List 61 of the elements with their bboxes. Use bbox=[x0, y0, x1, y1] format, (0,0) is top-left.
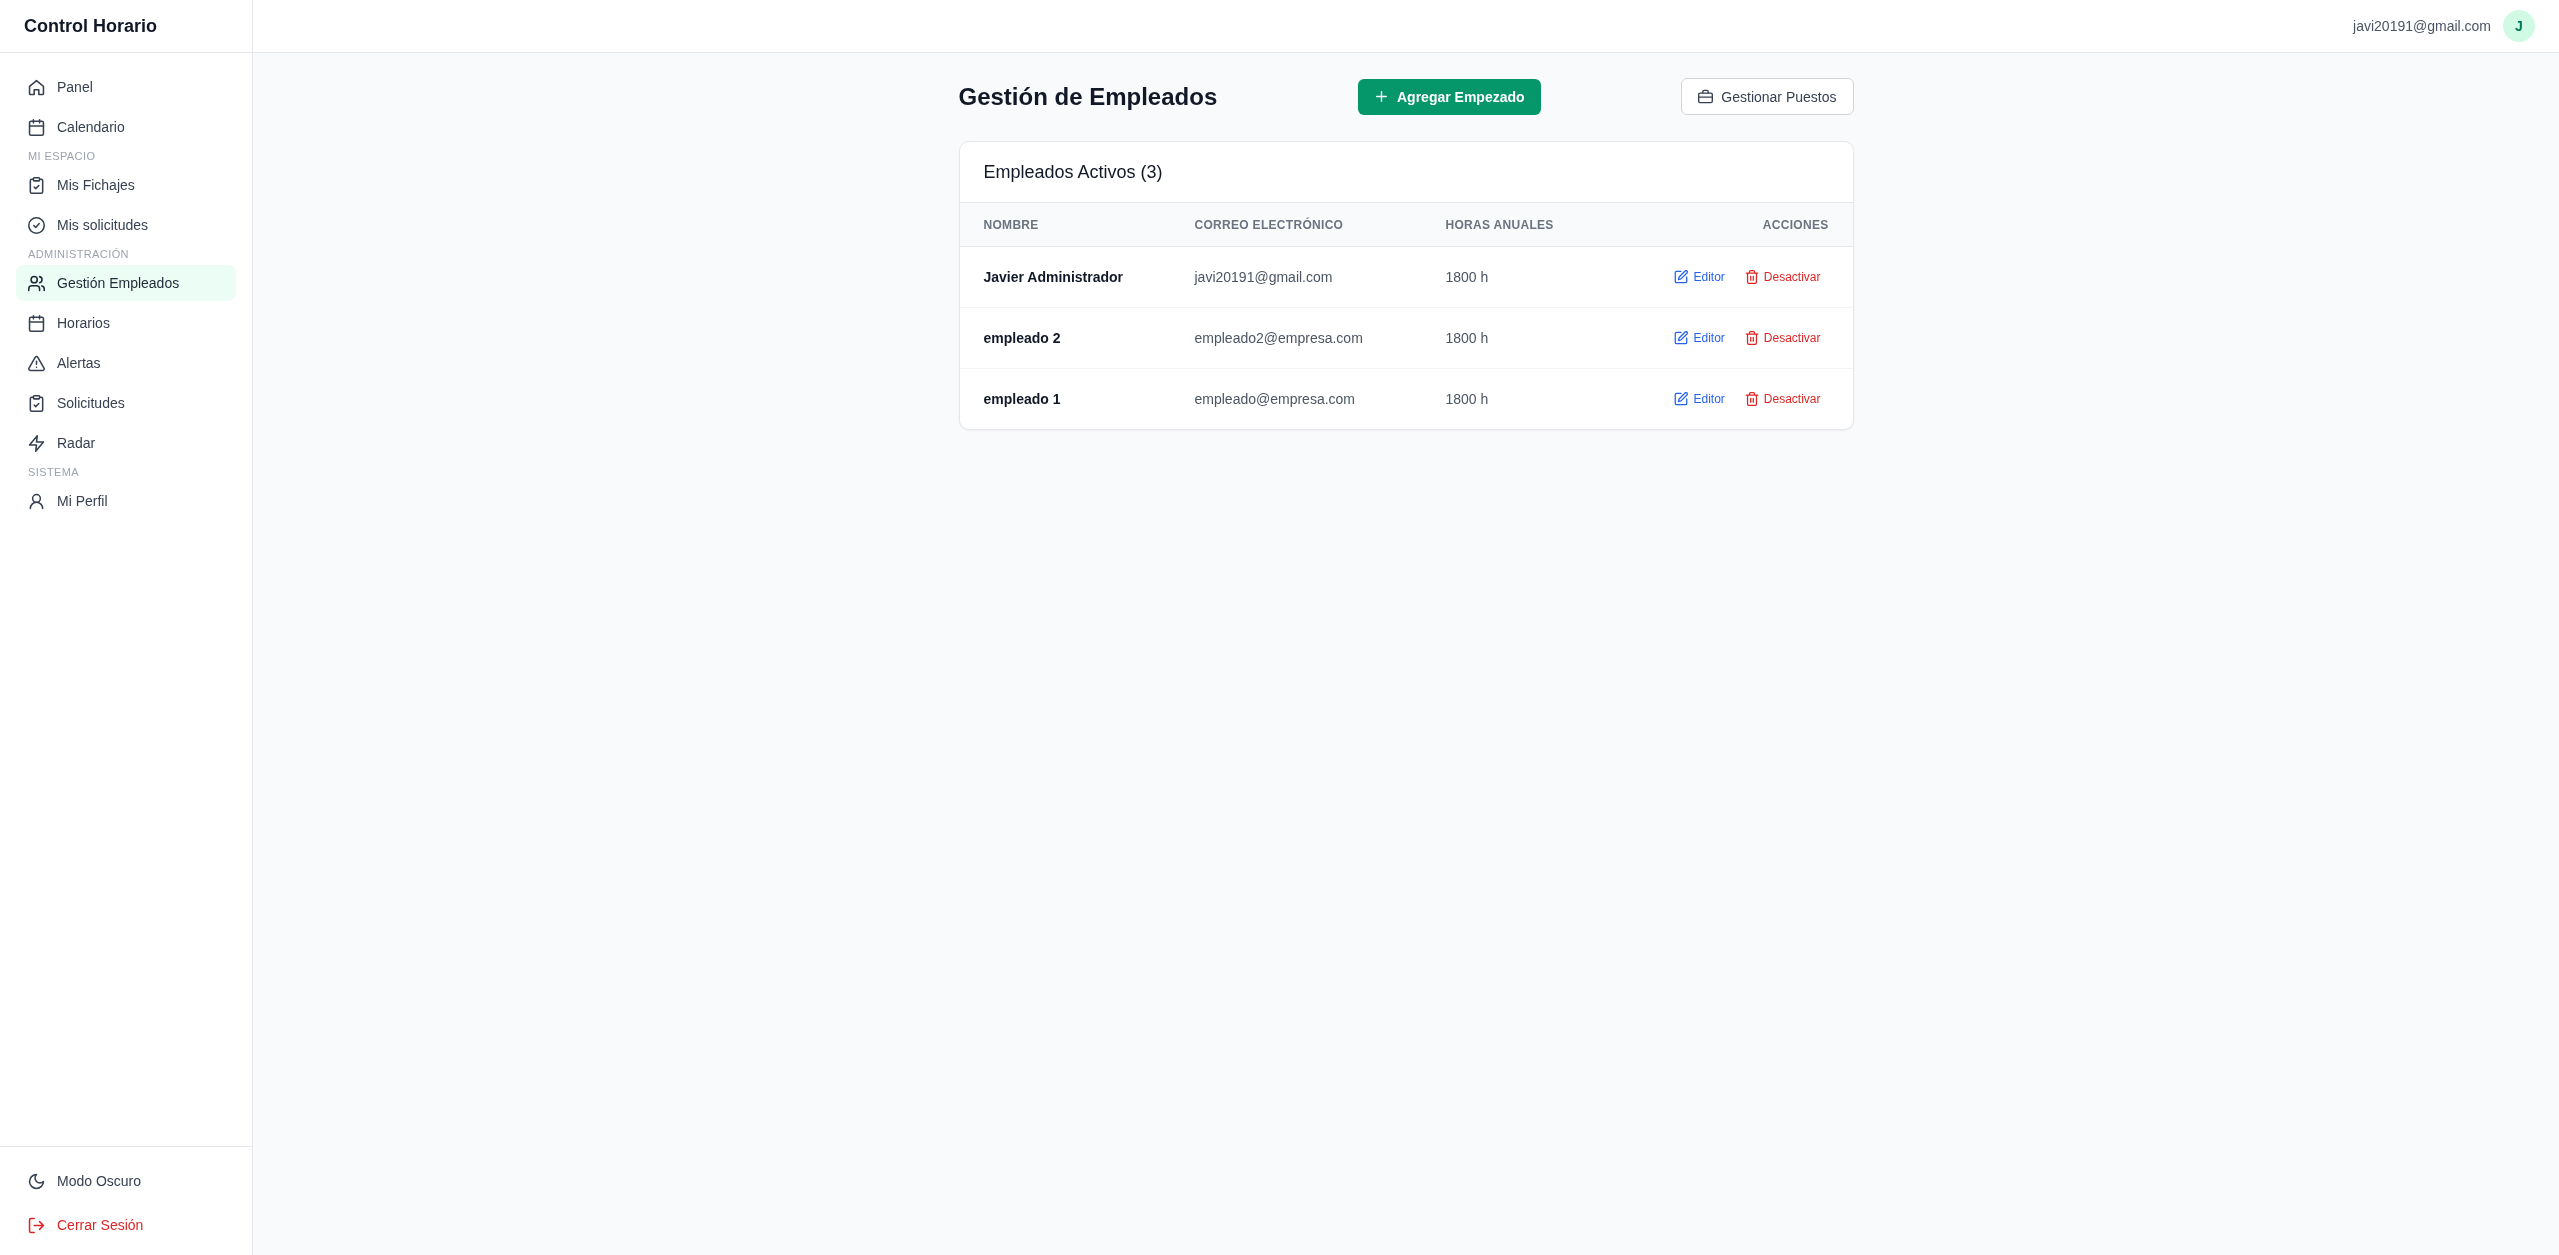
column-header: ACCIONES bbox=[1762, 217, 1829, 232]
table-cell: javi20191@gmail.com bbox=[1194, 269, 1333, 285]
card-title: Empleados Activos (3) bbox=[983, 161, 1163, 183]
nav-item[interactable]: Gestión Empleados bbox=[16, 265, 236, 301]
edit-button[interactable]: Editor bbox=[1666, 266, 1733, 288]
nav-item[interactable]: Solicitudes bbox=[16, 385, 236, 421]
edit-button[interactable]: Editor bbox=[1666, 388, 1733, 410]
nav-item[interactable]: Calendario bbox=[16, 109, 236, 145]
nav-item[interactable]: Mis Fichajes bbox=[16, 167, 236, 203]
nav-item[interactable]: Mis solicitudes bbox=[16, 207, 236, 243]
edit-icon bbox=[1674, 331, 1689, 345]
column-header: HORAS ANUALES bbox=[1445, 217, 1554, 232]
table-cell: empleado 2 bbox=[983, 330, 1061, 346]
manage-positions-button[interactable]: Gestionar Puestos bbox=[1681, 78, 1854, 115]
table-cell: empleado2@empresa.com bbox=[1194, 330, 1363, 346]
table-cell: Javier Administrador bbox=[983, 269, 1124, 285]
section-heading: ADMINISTRACIÓN bbox=[27, 247, 129, 261]
trash-icon bbox=[1744, 331, 1759, 345]
add-employee-button[interactable]: Agregar Empezado bbox=[1358, 78, 1541, 115]
table-cell: empleado@empresa.com bbox=[1194, 391, 1355, 407]
briefcase-icon bbox=[1698, 89, 1714, 104]
user-avatar[interactable]: J bbox=[2503, 10, 2535, 42]
clipboard-check-icon bbox=[28, 394, 45, 412]
column-header: NOMBRE bbox=[983, 217, 1039, 232]
edit-button[interactable]: Editor bbox=[1666, 327, 1733, 349]
calendar-icon bbox=[28, 118, 45, 136]
column-header: CORREO ELECTRÓNICO bbox=[1194, 217, 1344, 232]
table-cell: empleado 1 bbox=[983, 391, 1061, 407]
calendar-icon bbox=[28, 314, 45, 332]
page-title: Gestión de Empleados bbox=[958, 82, 1218, 111]
section-heading: MI ESPACIO bbox=[27, 149, 96, 163]
lightning-icon bbox=[28, 434, 45, 452]
logout-icon bbox=[28, 1216, 45, 1234]
table-cell: 1800 h bbox=[1445, 269, 1489, 285]
deactivate-button[interactable]: Desactivar bbox=[1736, 266, 1829, 288]
table-cell: 1800 h bbox=[1445, 330, 1489, 346]
house-icon bbox=[28, 78, 45, 96]
warning-icon bbox=[28, 354, 45, 372]
app-title: Control Horario bbox=[24, 15, 157, 37]
table-cell: 1800 h bbox=[1445, 391, 1489, 407]
dark-mode-toggle[interactable]: Modo Oscuro bbox=[16, 1163, 236, 1199]
user-email: javi20191@gmail.com bbox=[2353, 18, 2491, 34]
nav-item[interactable]: Radar bbox=[16, 425, 236, 461]
nav-item[interactable]: Panel bbox=[16, 69, 236, 105]
moon-icon bbox=[28, 1172, 45, 1190]
nav-item[interactable]: Mi Perfil bbox=[16, 483, 236, 519]
plus-icon bbox=[1374, 89, 1389, 104]
user-icon bbox=[28, 492, 45, 510]
deactivate-button[interactable]: Desactivar bbox=[1736, 327, 1829, 349]
nav-item[interactable]: Alertas bbox=[16, 345, 236, 381]
edit-icon bbox=[1674, 392, 1689, 406]
edit-icon bbox=[1674, 270, 1689, 284]
section-heading: SISTEMA bbox=[27, 465, 80, 479]
clipboard-check-icon bbox=[28, 176, 45, 194]
trash-icon bbox=[1744, 392, 1759, 406]
nav-item[interactable]: Horarios bbox=[16, 305, 236, 341]
deactivate-button[interactable]: Desactivar bbox=[1736, 388, 1829, 410]
check-circle-icon bbox=[28, 216, 45, 234]
trash-icon bbox=[1744, 270, 1759, 284]
logout-button[interactable]: Cerrar Sesión bbox=[16, 1207, 236, 1243]
users-icon bbox=[28, 274, 45, 292]
